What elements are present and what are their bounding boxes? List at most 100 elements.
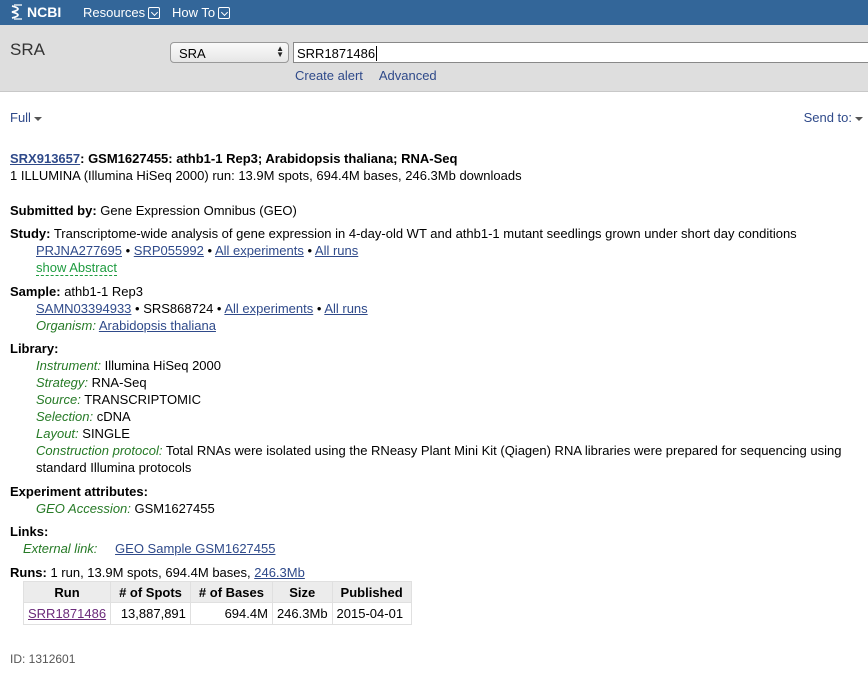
geo-accession-value: GSM1627455 [130,501,215,516]
bioproject-link[interactable]: PRJNA277695 [36,243,122,258]
record-title-text: : GSM1627455: athb1-1 Rep3; Arabidopsis … [80,151,458,166]
library-label: Library: [10,341,59,356]
runs-table: Run # of Spots # of Bases Size Published… [22,581,412,625]
geo-accession-row: GEO Accession: GSM1627455 [36,500,215,517]
runs-row: Runs: 1 run, 13.9M spots, 694.4M bases, … [10,564,305,581]
layout-value: SINGLE [78,426,130,441]
resources-label: Resources [83,5,146,20]
construction-protocol-label: Construction protocol: [36,443,163,458]
study-value: Transcriptome-wide analysis of gene expr… [50,226,797,241]
study-all-runs-link[interactable]: All runs [315,243,358,258]
organism-link[interactable]: Arabidopsis thaliana [99,318,216,333]
caret-down-icon [855,116,863,121]
source-row: Source: TRANSCRIPTOMIC [36,391,201,408]
record-summary: 1 ILLUMINA (Illumina HiSeq 2000) run: 13… [10,168,522,183]
source-value: TRANSCRIPTOMIC [80,392,201,407]
sample-links: SAMN03394933 • SRS868724 • All experimen… [36,301,368,316]
display-format-menu[interactable]: Full [10,110,42,125]
show-abstract-link[interactable]: show Abstract [36,260,117,276]
search-input-value: SRR1871486 [297,46,376,61]
selection-value: cDNA [93,409,131,424]
search-input[interactable]: SRR1871486 [293,42,868,63]
srs-accession: SRS868724 [143,301,214,316]
col-spots: # of Spots [110,581,191,603]
runs-table-header: Run # of Spots # of Bases Size Published [22,581,412,603]
strategy-row: Strategy: RNA-Seq [36,374,147,391]
database-title: SRA [10,40,45,59]
show-abstract-row: show Abstract [36,259,117,276]
ncbi-top-nav: NCBI Resources How To [0,0,868,25]
selection-row: Selection: cDNA [36,408,131,425]
search-links: Create alert Advanced [295,68,450,83]
runs-summary: 1 run, 13.9M spots, 694.4M bases, [46,565,255,580]
advanced-search-link[interactable]: Advanced [379,68,437,83]
caret-down-icon [33,116,42,121]
sample-row: Sample: athb1-1 Rep3 [10,283,143,300]
experiment-attributes-label: Experiment attributes: [10,484,148,499]
runs-download-link[interactable]: 246.3Mb [254,565,305,580]
strategy-value: RNA-Seq [88,375,147,390]
source-label: Source: [36,392,81,407]
strategy-label: Strategy: [36,375,89,390]
spots-cell: 13,887,891 [110,602,191,625]
study-label: Study: [10,226,51,241]
instrument-row: Instrument: Illumina HiSeq 2000 [36,357,221,374]
col-run: Run [22,581,112,603]
submitted-by-row: Submitted by: Gene Expression Omnibus (G… [10,202,297,219]
external-link-row: External link: GEO Sample GSM1627455 [23,540,275,557]
sample-value: athb1-1 Rep3 [60,284,143,299]
experiment-accession-link[interactable]: SRX913657 [10,151,80,166]
submitted-by-label: Submitted by: [10,203,97,218]
construction-protocol-value: Total RNAs were isolated using the RNeas… [162,443,842,458]
chevron-down-icon [148,6,161,19]
run-cell: SRR1871486 [22,602,112,625]
send-to-menu[interactable]: Send to: [804,110,863,125]
submitted-by-value: Gene Expression Omnibus (GEO) [96,203,297,218]
organism-label: Organism: [36,318,96,333]
study-links: PRJNA277695 • SRP055992 • All experiment… [36,243,359,258]
biosample-link[interactable]: SAMN03394933 [36,301,131,316]
text-cursor [376,46,378,61]
col-size: Size [271,581,333,603]
ncbi-logo-text: NCBI [27,4,62,20]
sample-label: Sample: [10,284,61,299]
create-alert-link[interactable]: Create alert [295,68,363,83]
col-bases: # of Bases [189,581,273,603]
construction-protocol-continued: standard Illumina protocols [36,460,192,475]
published-cell: 2015-04-01 [331,602,412,625]
selection-label: Selection: [36,409,94,424]
sample-all-runs-link[interactable]: All runs [324,301,367,316]
external-link-label: External link: [23,541,98,556]
geo-sample-link[interactable]: GEO Sample GSM1627455 [115,541,275,556]
record-id: ID: 1312601 [10,652,76,666]
construction-protocol-row: Construction protocol: Total RNAs were i… [36,442,841,459]
record-title: SRX913657: GSM1627455: athb1-1 Rep3; Ara… [10,150,457,167]
runs-label: Runs: [10,565,47,580]
howto-label: How To [172,5,216,20]
database-select-value: SRA [179,46,206,61]
ncbi-logo[interactable]: NCBI [10,4,61,20]
howto-menu[interactable]: How To [172,5,231,20]
run-accession-link[interactable]: SRR1871486 [28,606,106,621]
study-all-experiments-link[interactable]: All experiments [215,243,304,258]
layout-label: Layout: [36,426,79,441]
resources-menu[interactable]: Resources [83,5,161,20]
links-label: Links: [10,524,49,539]
instrument-label: Instrument: [36,358,102,373]
ncbi-helix-icon [11,4,22,20]
size-cell: 246.3Mb [271,602,333,625]
table-row: SRR1871486 13,887,891 694.4M 246.3Mb 201… [22,602,412,625]
database-select[interactable]: SRA ▲ ▼ [170,42,289,63]
col-published: Published [331,581,412,603]
chevron-down-icon [218,6,231,19]
display-format-label: Full [10,110,31,125]
study-row: Study: Transcriptome-wide analysis of ge… [10,225,797,242]
sample-all-experiments-link[interactable]: All experiments [224,301,313,316]
select-arrows-icon: ▲ ▼ [276,44,284,59]
geo-accession-label: GEO Accession: [36,501,131,516]
organism-row: Organism: Arabidopsis thaliana [36,317,216,334]
bases-cell: 694.4M [189,602,273,625]
layout-row: Layout: SINGLE [36,425,130,442]
srp-link[interactable]: SRP055992 [134,243,204,258]
send-to-label: Send to: [803,110,852,125]
